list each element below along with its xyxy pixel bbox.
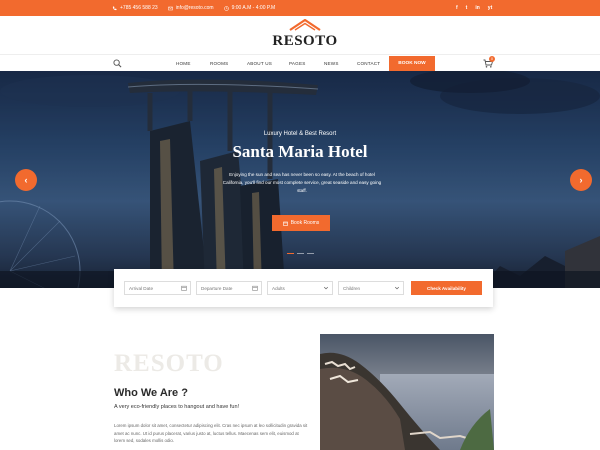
slider-dots [287, 253, 314, 254]
arrival-date-field[interactable]: Arrival Date [124, 281, 191, 295]
email-icon [167, 6, 173, 10]
book-now-button[interactable]: BOOK NOW [389, 56, 435, 71]
slider-dot[interactable] [297, 253, 304, 254]
nav-item-about-us[interactable]: ABOUT US [247, 61, 272, 66]
about-tagline: A very eco-friendly places to hangout an… [114, 404, 240, 410]
site-logo[interactable]: RESOTO [270, 19, 340, 51]
next-slide-button[interactable]: › [570, 169, 592, 191]
children-select[interactable]: Children [338, 281, 404, 295]
cart-count-badge: 0 [489, 56, 495, 62]
phone-contact[interactable]: +785 456 588 23 [112, 5, 158, 11]
about-body: Lorem ipsum dolor sit amet, consectetur … [114, 423, 308, 443]
watermark-brand: RESOTO [114, 350, 224, 377]
roof-icon [289, 19, 321, 31]
departure-date-field[interactable]: Departure Date [196, 281, 262, 295]
departure-date-placeholder: Departure Date [201, 285, 233, 291]
hours-info: 9:00 A.M - 4:00 P.M [223, 5, 276, 11]
hero-subtitle: Luxury Hotel & Best Resort [263, 131, 337, 137]
arrival-date-placeholder: Arrival Date [129, 285, 153, 291]
chevron-down-icon [394, 286, 400, 290]
adults-placeholder: Adults [272, 285, 285, 291]
nav-item-pages[interactable]: PAGES [289, 61, 306, 66]
nav-item-home[interactable]: HOME [176, 61, 191, 66]
phone-text: +785 456 588 23 [120, 5, 158, 11]
top-bar: +785 456 588 23 info@resoto.com 9:00 A.M… [0, 0, 600, 16]
nav-item-news[interactable]: NEWS [324, 61, 339, 66]
book-rooms-label: Book Rooms [290, 220, 320, 226]
about-photo [320, 334, 494, 450]
clock-icon [223, 5, 229, 11]
hours-text: 9:00 A.M - 4:00 P.M [231, 5, 276, 11]
email-contact[interactable]: info@resoto.com [167, 5, 214, 11]
nav-item-contact[interactable]: CONTACT [357, 61, 380, 66]
twitter-icon[interactable]: t [466, 5, 468, 11]
calendar-icon [282, 221, 288, 226]
hero-title: Santa Maria Hotel [232, 142, 368, 161]
calendar-icon [181, 285, 187, 291]
slider-dot[interactable] [307, 253, 314, 254]
adults-select[interactable]: Adults [267, 281, 333, 295]
instagram-icon[interactable]: in [475, 5, 479, 11]
prev-slide-button[interactable]: ‹ [15, 169, 37, 191]
book-rooms-button[interactable]: Book Rooms [272, 215, 330, 231]
chevron-down-icon [323, 286, 329, 290]
brand-name: RESOTO [272, 33, 338, 49]
slider-dot[interactable] [287, 253, 294, 254]
email-text: info@resoto.com [175, 5, 214, 11]
header: RESOTO [0, 16, 600, 54]
phone-icon [112, 6, 117, 10]
coastal-town-image [320, 334, 494, 450]
facebook-icon[interactable]: f [456, 5, 458, 11]
check-availability-button[interactable]: Check Availability [411, 281, 482, 295]
about-title: Who We Are ? [114, 387, 188, 399]
hero-description: Enjoying the sun and sea has never been … [222, 172, 382, 193]
hero-slider: Luxury Hotel & Best Resort Santa Maria H… [0, 71, 600, 288]
children-placeholder: Children [343, 285, 361, 291]
calendar-icon [252, 285, 258, 291]
search-icon[interactable] [113, 59, 122, 68]
youtube-icon[interactable]: yt [488, 5, 492, 11]
social-links: f t in yt [456, 0, 492, 16]
nav-item-rooms[interactable]: ROOMS [210, 61, 228, 66]
page: +785 456 588 23 info@resoto.com 9:00 A.M… [0, 0, 600, 450]
main-nav: HOME ROOMS ABOUT US PAGES NEWS CONTACT B… [0, 54, 600, 71]
contact-info: +785 456 588 23 info@resoto.com 9:00 A.M… [112, 0, 275, 16]
booking-form: Arrival Date Departure Date Adults Child… [114, 269, 493, 307]
